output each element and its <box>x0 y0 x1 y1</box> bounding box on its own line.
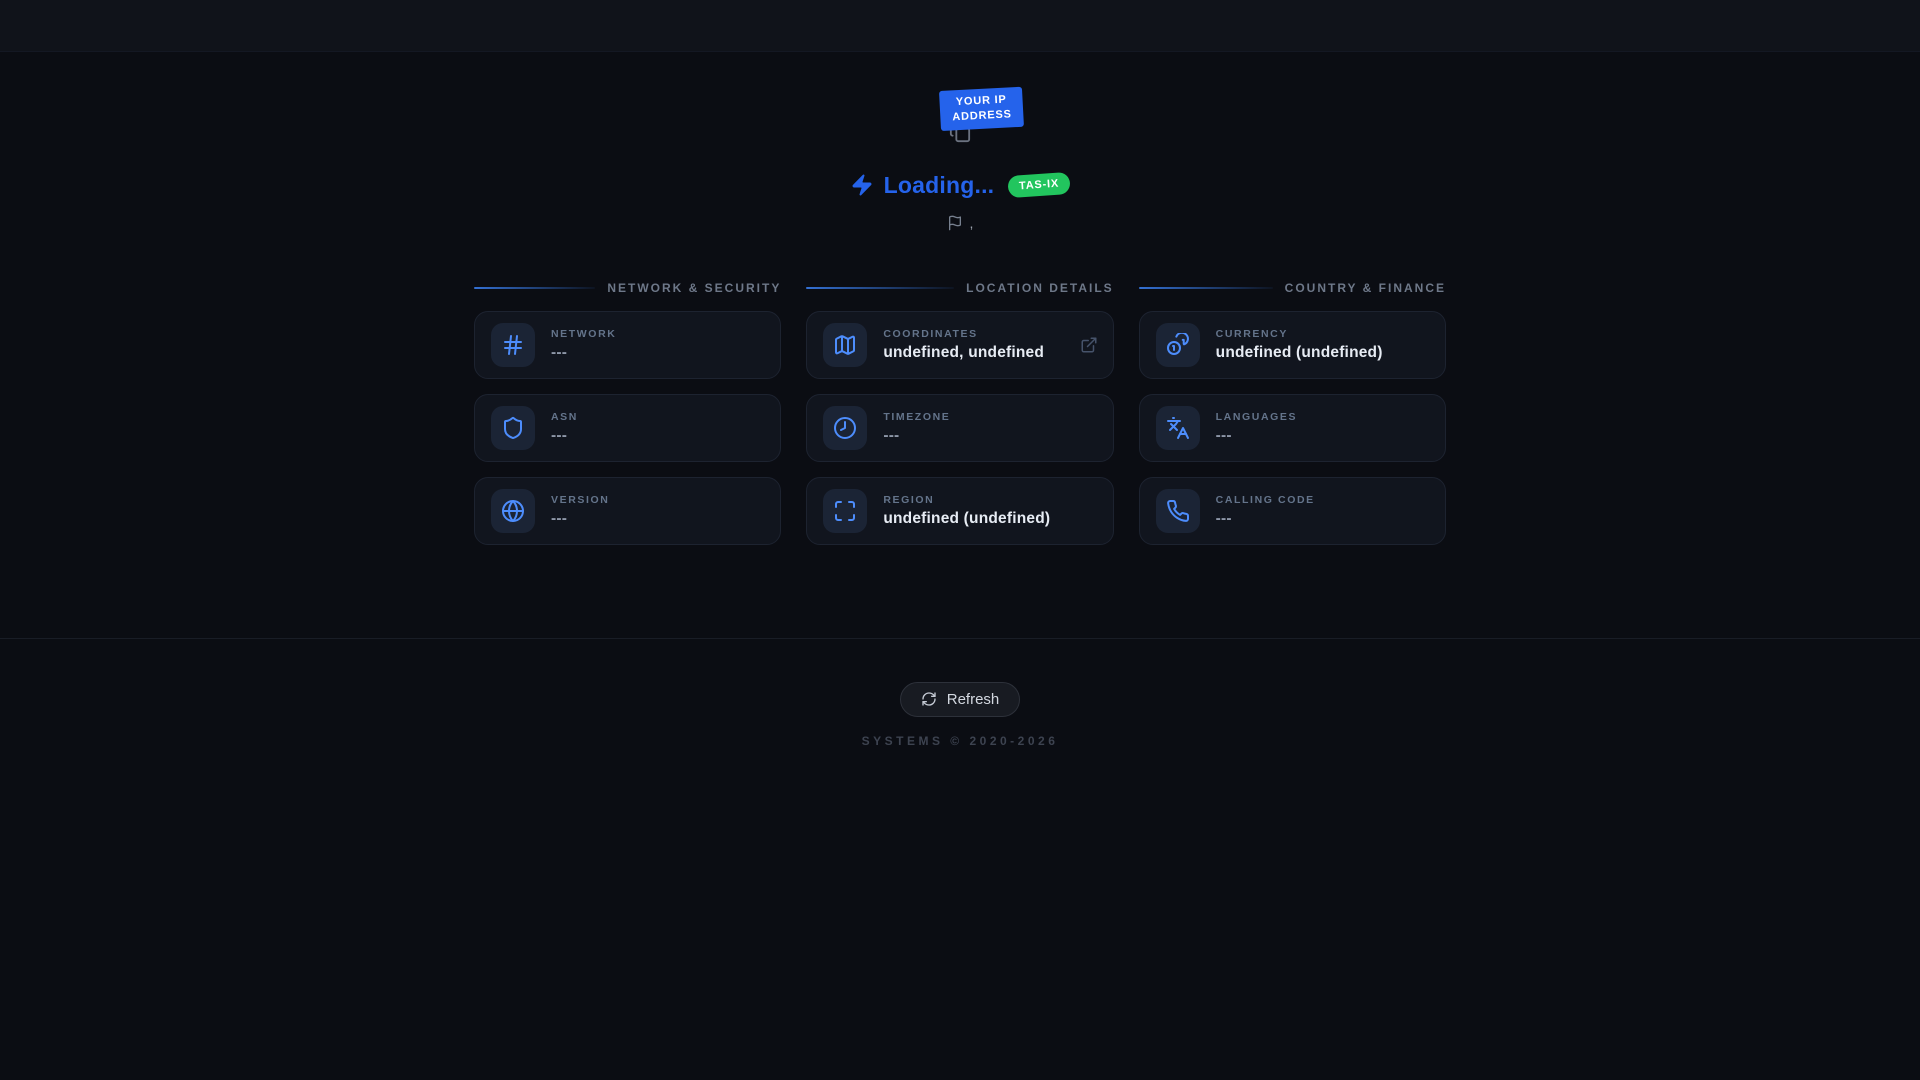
coordinates-card: COORDINATES undefined, undefined <box>806 310 1114 379</box>
section-title: LOCATION DETAILS <box>966 280 1114 295</box>
region-card: REGION undefined (undefined) <box>806 476 1114 545</box>
section-title: COUNTRY & FINANCE <box>1284 280 1446 295</box>
network-card: NETWORK --- <box>474 310 782 379</box>
card-value: undefined (undefined) <box>883 509 1051 527</box>
card-label: NETWORK <box>551 327 617 340</box>
footer: Refresh SYSTEMS © 2020-2026 <box>0 639 1920 748</box>
column-country-finance: COUNTRY & FINANCE CURRENCY undefined (un… <box>1138 280 1446 560</box>
card-value: --- <box>551 509 568 527</box>
section-header: LOCATION DETAILS <box>806 281 1113 295</box>
version-card: VERSION --- <box>474 476 782 545</box>
card-value: --- <box>883 426 900 444</box>
card-label: TIMEZONE <box>883 410 951 423</box>
hero-section: YOUR IP ADDRESS Loading... TAS-IX , <box>0 86 1920 231</box>
network-exchange-badge: TAS-IX <box>1007 172 1072 199</box>
column-location-details: LOCATION DETAILS COORDINATES undefined, … <box>806 281 1114 560</box>
card-label: CURRENCY <box>1215 327 1288 340</box>
card-label: ASN <box>551 410 578 423</box>
asn-card: ASN --- <box>474 393 782 462</box>
column-network-security: NETWORK & SECURITY NETWORK --- ASN --- V… <box>474 281 782 560</box>
external-link-icon[interactable] <box>1080 336 1098 354</box>
currency-card: CURRENCY undefined (undefined) <box>1138 310 1446 379</box>
card-label: CALLING CODE <box>1215 493 1315 506</box>
badge-line-2: ADDRESS <box>952 108 1013 124</box>
maximize-icon <box>823 488 868 533</box>
gradient-divider-line <box>1138 286 1273 289</box>
calling-code-card: CALLING CODE --- <box>1138 476 1446 545</box>
location-placeholder-text: , <box>969 214 974 231</box>
section-header: COUNTRY & FINANCE <box>1138 280 1446 295</box>
card-label: VERSION <box>551 493 610 506</box>
lightning-bolt-icon <box>850 173 874 197</box>
clock-icon <box>823 405 868 450</box>
refresh-button-label: Refresh <box>946 690 1000 708</box>
card-value: undefined, undefined <box>883 343 1045 361</box>
phone-icon <box>1155 488 1200 533</box>
card-value: --- <box>551 343 568 361</box>
gradient-divider-line <box>474 286 596 289</box>
section-header: NETWORK & SECURITY <box>474 281 781 295</box>
card-label: LANGUAGES <box>1215 410 1298 423</box>
timezone-card: TIMEZONE --- <box>806 393 1114 462</box>
copyright-text: SYSTEMS © 2020-2026 <box>861 733 1059 748</box>
card-value: --- <box>1215 509 1232 527</box>
globe-icon <box>491 488 535 533</box>
loading-status-text: Loading... <box>883 171 995 198</box>
info-grid: NETWORK & SECURITY NETWORK --- ASN --- V… <box>474 281 1446 560</box>
your-ip-address-badge: YOUR IP ADDRESS <box>939 86 1025 131</box>
languages-card: LANGUAGES --- <box>1138 393 1446 462</box>
refresh-button[interactable]: Refresh <box>899 681 1021 717</box>
hash-icon <box>491 322 535 367</box>
coins-icon <box>1155 322 1200 367</box>
section-title: NETWORK & SECURITY <box>607 280 782 295</box>
flag-icon <box>947 215 963 231</box>
gradient-divider-line <box>806 286 955 289</box>
languages-icon <box>1155 405 1200 450</box>
card-label: REGION <box>883 493 935 506</box>
refresh-icon <box>921 691 937 707</box>
map-icon <box>823 322 868 367</box>
card-value: --- <box>1215 426 1232 444</box>
card-value: undefined (undefined) <box>1215 343 1383 361</box>
top-bar <box>0 0 1920 52</box>
shield-icon <box>491 405 535 450</box>
card-label: COORDINATES <box>883 327 978 340</box>
card-value: --- <box>551 426 568 444</box>
